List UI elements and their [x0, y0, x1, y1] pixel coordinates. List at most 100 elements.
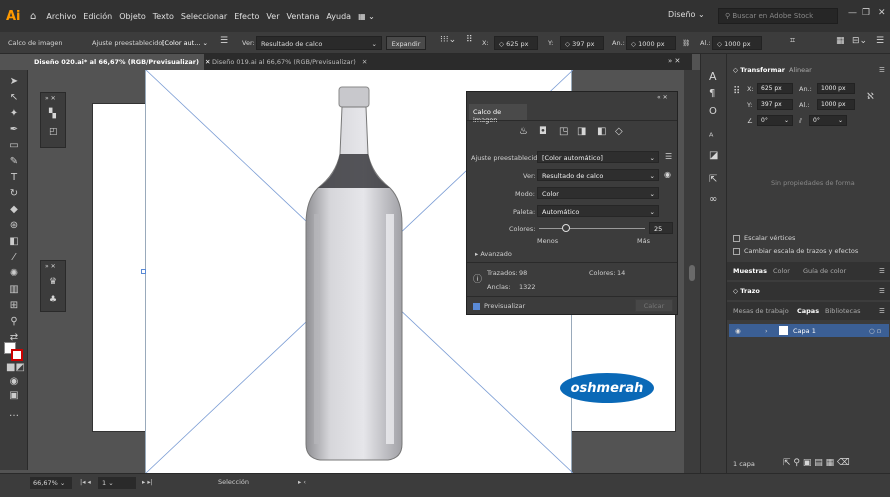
- symbols-icon[interactable]: ♣: [49, 295, 57, 305]
- status-menu-icon[interactable]: ▸ ‹: [298, 478, 306, 486]
- close-tab-icon[interactable]: ✕: [362, 58, 367, 66]
- image-trace-icon[interactable]: ◰: [49, 127, 58, 137]
- panel-menu-icon[interactable]: ⊟⌄: [852, 36, 867, 46]
- character-panel-icon[interactable]: A: [709, 70, 717, 83]
- menu-ventana[interactable]: Ventana: [286, 12, 319, 21]
- high-color-preset-icon[interactable]: ◘: [539, 126, 547, 137]
- restore-icon[interactable]: ❐: [862, 8, 870, 18]
- shape-builder-tool-icon[interactable]: ◧: [6, 236, 22, 247]
- tab-transform[interactable]: ◇ Transformar: [733, 66, 785, 74]
- tab-swatches[interactable]: Muestras: [733, 267, 767, 275]
- transform-icon[interactable]: ⌗: [790, 36, 795, 46]
- tab-color[interactable]: Color: [773, 267, 790, 275]
- close-icon[interactable]: ✕: [878, 8, 886, 18]
- menu-ayuda[interactable]: Ayuda: [326, 12, 351, 21]
- colors-slider-thumb[interactable]: [561, 224, 570, 232]
- rectangle-tool-icon[interactable]: ▭: [6, 140, 22, 151]
- scale-corners-checkbox[interactable]: Escalar vértices: [733, 234, 795, 242]
- trace-button[interactable]: Calcar: [635, 299, 673, 312]
- cb-h-input[interactable]: ◇ 1000 px: [712, 36, 762, 50]
- rotate-angle-input[interactable]: 0° ⌄: [757, 115, 793, 126]
- home-icon[interactable]: ⌂: [30, 11, 36, 22]
- menu-archivo[interactable]: Archivo: [46, 12, 76, 21]
- transform-w-input[interactable]: 1000 px: [817, 83, 855, 94]
- cb-view-dropdown[interactable]: Resultado de calco ⌄: [256, 36, 382, 50]
- graphic-styles-icon[interactable]: ▚: [49, 109, 56, 119]
- artboard-number-input[interactable]: 1 ⌄: [98, 477, 136, 489]
- direct-selection-tool-icon[interactable]: ↖: [6, 92, 22, 103]
- layer-name[interactable]: Capa 1: [793, 327, 816, 335]
- zoom-tool-icon[interactable]: ⚲: [6, 316, 22, 327]
- tab-artboards[interactable]: Mesas de trabajo: [733, 307, 789, 315]
- trace-view-dropdown[interactable]: Resultado de calco ⌄: [537, 169, 659, 181]
- tab-stroke[interactable]: ◇ Trazo: [733, 287, 760, 295]
- menu-ver[interactable]: Ver: [266, 12, 279, 21]
- panel-collapse-icon[interactable]: » ✕: [45, 95, 56, 102]
- menu-seleccionar[interactable]: Seleccionar: [181, 12, 227, 21]
- transform-x-input[interactable]: 625 px: [757, 83, 793, 94]
- black-white-preset-icon[interactable]: ◧: [597, 126, 606, 137]
- shear-angle-input[interactable]: 0° ⌄: [809, 115, 847, 126]
- magic-wand-tool-icon[interactable]: ✦: [6, 108, 22, 119]
- eye-icon[interactable]: ◉: [664, 170, 671, 179]
- transform-y-input[interactable]: 397 px: [757, 99, 793, 110]
- tab-align[interactable]: Alinear: [789, 66, 812, 74]
- warp-tool-icon[interactable]: ⊛: [6, 220, 22, 231]
- link-proportions-icon[interactable]: ℵ: [867, 92, 874, 102]
- trace-panel-icon[interactable]: ☰: [220, 36, 228, 46]
- preset-menu-icon[interactable]: ☰: [665, 152, 672, 161]
- scale-strokes-checkbox[interactable]: Cambiar escala de trazos y efectos: [733, 247, 858, 255]
- cb-preset-dropdown[interactable]: [Color aut... ⌄: [162, 39, 208, 47]
- expand-layer-icon[interactable]: ›: [765, 327, 768, 335]
- collapse-panels-icon[interactable]: » ✕: [668, 57, 680, 65]
- workspace-switcher[interactable]: Diseño ⌄: [668, 10, 705, 19]
- draw-mode-icon[interactable]: ◉: [6, 376, 22, 387]
- tab-diseno-019[interactable]: Diseño 019.ai al 66,67% (RGB/Previsualiz…: [206, 54, 374, 70]
- tab-libraries[interactable]: Bibliotecas: [825, 307, 860, 315]
- align-icon[interactable]: ⁝⁝⁝⌄: [440, 35, 456, 45]
- panel-menu-icon[interactable]: ☰: [879, 307, 885, 315]
- tab-diseno-020[interactable]: Diseño 020.ai* al 66,67% (RGB/Previsuali…: [28, 54, 210, 70]
- puppet-icon[interactable]: ♛: [49, 277, 57, 287]
- pen-tool-icon[interactable]: ✒: [6, 124, 22, 135]
- constrain-proportions-icon[interactable]: ⛓: [682, 39, 690, 47]
- grid-icon[interactable]: ▦: [836, 36, 845, 46]
- more-options-icon[interactable]: ☰: [876, 36, 884, 46]
- symbol-sprayer-tool-icon[interactable]: ✺: [6, 268, 22, 279]
- trace-palette-dropdown[interactable]: Automático ⌄: [537, 205, 659, 217]
- transform-h-input[interactable]: 1000 px: [817, 99, 855, 110]
- type-tool-icon[interactable]: T: [6, 172, 22, 183]
- grayscale-preset-icon[interactable]: ◨: [577, 126, 586, 137]
- rotate-tool-icon[interactable]: ↻: [6, 188, 22, 199]
- layer-row[interactable]: ◉ › Capa 1 ○ ▫: [729, 324, 889, 337]
- next-artboard-icon[interactable]: ▸ ▸|: [142, 478, 153, 486]
- export-panel-icon[interactable]: ⇱: [709, 174, 717, 185]
- panel-collapse-icon[interactable]: « ✕: [657, 94, 668, 101]
- panel-menu-icon[interactable]: ☰: [879, 287, 885, 295]
- links-panel-icon[interactable]: ∞: [709, 194, 717, 205]
- menu-edicion[interactable]: Edición: [83, 12, 112, 21]
- artboard-tool-icon[interactable]: ⊞: [6, 300, 22, 311]
- colors-slider-track[interactable]: [539, 228, 645, 229]
- stock-search-input[interactable]: ⚲ Buscar en Adobe Stock: [718, 8, 838, 24]
- bounding-box-handle[interactable]: [141, 269, 146, 274]
- trace-mode-dropdown[interactable]: Color ⌄: [537, 187, 659, 199]
- graph-tool-icon[interactable]: ▥: [6, 284, 22, 295]
- menu-efecto[interactable]: Efecto: [234, 12, 259, 21]
- glyphs-panel-icon[interactable]: ᴬ: [709, 132, 713, 143]
- panel-collapse-icon[interactable]: » ✕: [45, 263, 56, 270]
- advanced-toggle[interactable]: ▸ Avanzado: [475, 250, 512, 258]
- stroke-swatch[interactable]: [11, 349, 23, 361]
- target-icon[interactable]: ○ ▫: [869, 327, 881, 335]
- menu-texto[interactable]: Texto: [153, 12, 174, 21]
- screen-mode-icon[interactable]: ▣: [6, 390, 22, 401]
- low-color-preset-icon[interactable]: ◳: [559, 126, 568, 137]
- visibility-eye-icon[interactable]: ◉: [735, 327, 741, 335]
- expand-button[interactable]: Expandir: [386, 36, 426, 50]
- color-mode-icon[interactable]: ■◩: [6, 362, 25, 373]
- eyedropper-tool-icon[interactable]: ⁄: [6, 252, 22, 263]
- cb-w-input[interactable]: ◇ 1000 px: [626, 36, 676, 50]
- paragraph-panel-icon[interactable]: ¶: [709, 88, 715, 99]
- vertical-scrollbar[interactable]: [684, 70, 700, 473]
- zoom-dropdown[interactable]: 66,67% ⌄: [30, 477, 72, 489]
